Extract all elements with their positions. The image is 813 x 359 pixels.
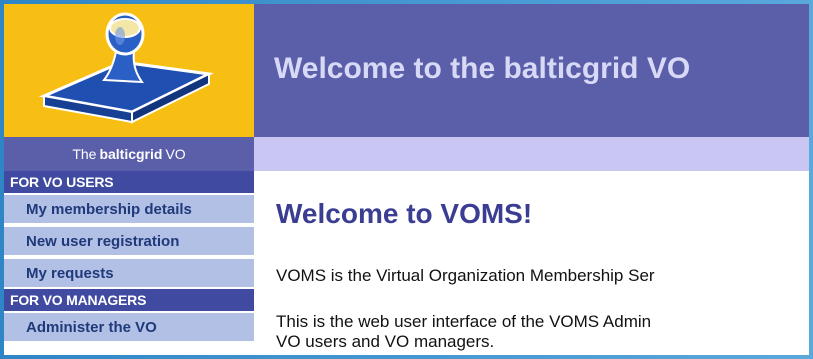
description-line-2: VO users and VO managers.	[276, 332, 495, 351]
section-for-vo-users: FOR VO USERS	[4, 171, 254, 193]
description-line-1: This is the web user interface of the VO…	[276, 312, 652, 331]
rubber-stamp-icon	[38, 12, 215, 124]
browser-window: Welcome to the balticgrid VO The balticg…	[4, 4, 809, 355]
content-title: Welcome to VOMS!	[276, 198, 533, 229]
vo-label: The balticgrid VO	[4, 137, 254, 171]
sidebar-item-new-user-registration[interactable]: New user registration	[4, 225, 254, 255]
page-title: Welcome to the balticgrid VO	[274, 52, 691, 85]
sidebar-item-my-requests[interactable]: My requests	[4, 257, 254, 287]
header-banner: Welcome to the balticgrid VO	[254, 4, 809, 137]
vo-name: balticgrid	[99, 146, 163, 162]
vo-label-suffix: VO	[165, 146, 186, 162]
logo-area	[4, 4, 254, 137]
sidebar-item-administer-the-vo[interactable]: Administer the VO	[4, 311, 254, 341]
header-subbar	[254, 137, 809, 171]
section-for-vo-managers: FOR VO MANAGERS	[4, 289, 254, 311]
sidebar-item-my-membership-details[interactable]: My membership details	[4, 193, 254, 223]
vo-label-prefix: The	[72, 146, 97, 162]
intro-paragraph: VOMS is the Virtual Organization Members…	[276, 266, 655, 285]
